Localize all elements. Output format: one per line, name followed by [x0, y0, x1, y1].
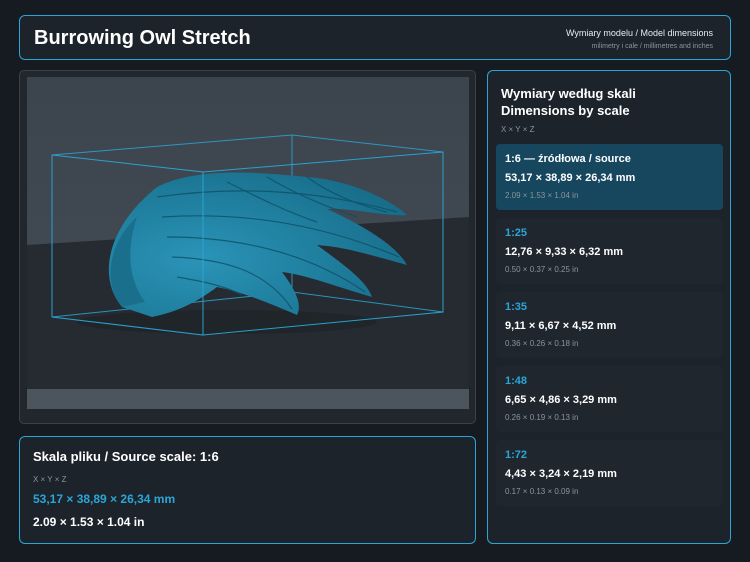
- source-dimensions-mm: 53,17 × 38,89 × 26,34 mm: [33, 492, 176, 506]
- scale-dimensions-in: 2.09 × 1.53 × 1.04 in: [505, 191, 579, 200]
- scale-card-1-48[interactable]: 1:48 6,65 × 4,86 × 3,29 mm 0.26 × 0.19 ×…: [496, 366, 723, 432]
- scale-ratio: 1:72: [505, 449, 528, 461]
- scale-dimensions-mm: 53,17 × 38,89 × 26,34 mm: [505, 172, 636, 184]
- scale-ratio: 1:25: [505, 227, 528, 239]
- scale-card-1-6[interactable]: 1:6 — źródłowa / source 53,17 × 38,89 × …: [496, 144, 723, 210]
- scale-dimensions-in: 0.36 × 0.26 × 0.18 in: [505, 339, 579, 348]
- scale-dimensions-mm: 6,65 × 4,86 × 3,29 mm: [505, 394, 617, 406]
- source-scale-panel: Skala pliku / Source scale: 1:6 X × Y × …: [19, 436, 476, 544]
- source-axes-label: X × Y × Z: [33, 475, 67, 484]
- source-scale-title: Skala pliku / Source scale: 1:6: [33, 449, 219, 464]
- scale-dimensions-in: 0.50 × 0.37 × 0.25 in: [505, 265, 579, 274]
- scales-title: Wymiary według skali Dimensions by scale: [501, 85, 636, 119]
- scale-dimensions-mm: 9,11 × 6,67 × 4,52 mm: [505, 320, 617, 332]
- scale-dimensions-mm: 12,76 × 9,33 × 6,32 mm: [505, 246, 624, 258]
- scale-ratio: 1:35: [505, 301, 528, 313]
- scale-dimensions-mm: 4,43 × 3,24 × 2,19 mm: [505, 468, 617, 480]
- scale-card-1-35[interactable]: 1:35 9,11 × 6,67 × 4,52 mm 0.36 × 0.26 ×…: [496, 292, 723, 358]
- viewport-3d[interactable]: [27, 77, 469, 409]
- model-render: [27, 77, 469, 409]
- scale-ratio: 1:48: [505, 375, 528, 387]
- scales-axes-label: X × Y × Z: [501, 125, 535, 134]
- scale-ratio: 1:6 — źródłowa / source: [505, 153, 631, 165]
- source-dimensions-in: 2.09 × 1.53 × 1.04 in: [33, 515, 145, 529]
- scale-dimensions-in: 0.17 × 0.13 × 0.09 in: [505, 487, 579, 496]
- header-subtitle: Wymiary modelu / Model dimensions: [566, 28, 713, 38]
- header-units-note: milimetry i cale / millimetres and inche…: [591, 43, 713, 50]
- scale-card-1-25[interactable]: 1:25 12,76 × 9,33 × 6,32 mm 0.50 × 0.37 …: [496, 218, 723, 284]
- scales-title-en: Dimensions by scale: [501, 103, 630, 118]
- scales-title-pl: Wymiary według skali: [501, 86, 636, 101]
- scale-dimensions-in: 0.26 × 0.19 × 0.13 in: [505, 413, 579, 422]
- scales-panel: Wymiary według skali Dimensions by scale…: [487, 70, 731, 544]
- scale-card-1-72[interactable]: 1:72 4,43 × 3,24 × 2,19 mm 0.17 × 0.13 ×…: [496, 440, 723, 506]
- model-viewer[interactable]: [19, 70, 476, 424]
- header-bar: Burrowing Owl Stretch Wymiary modelu / M…: [19, 15, 731, 60]
- page-title: Burrowing Owl Stretch: [34, 27, 251, 49]
